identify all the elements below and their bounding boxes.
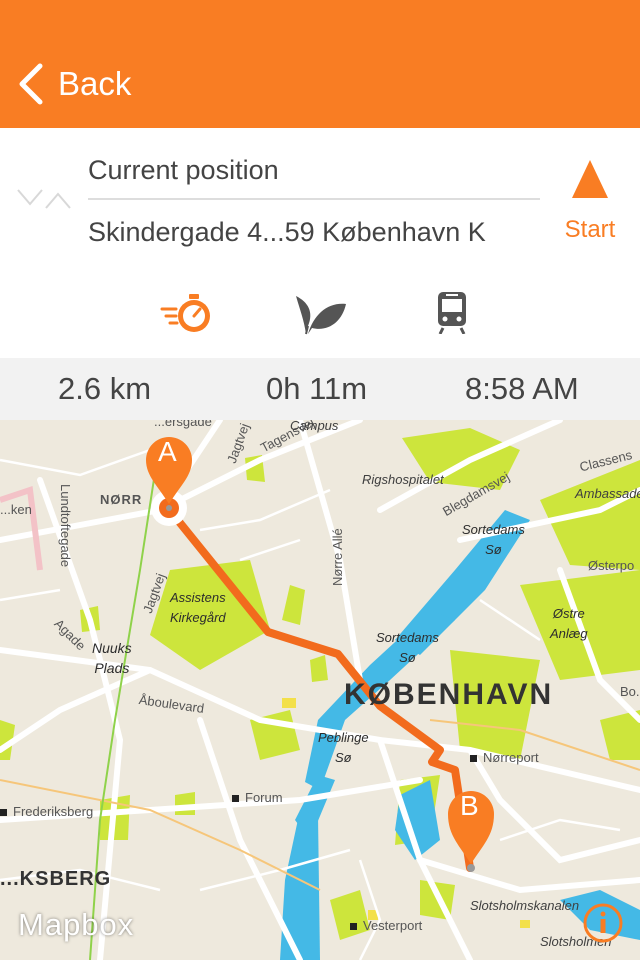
street-label: Østerpo — [588, 558, 635, 573]
leaf-icon — [296, 296, 346, 335]
water-label: Sortedams Sø — [462, 522, 525, 557]
poi-dot — [350, 923, 357, 931]
navigation-arrow-icon — [572, 160, 608, 198]
poi-dot — [470, 755, 477, 763]
duration-value: 0h 11m — [266, 371, 368, 406]
water-label: Sortedams Sø — [376, 630, 439, 665]
start-button[interactable]: Start — [552, 154, 628, 254]
poi-frederiksberg: Frederiksberg — [0, 804, 93, 819]
water-label: Slotsholmskanalen — [470, 898, 580, 913]
origin-field[interactable]: Current position — [88, 148, 540, 192]
mapbox-logo[interactable]: Mapbox — [18, 907, 134, 943]
info-icon[interactable] — [582, 902, 624, 944]
street-label: Nørre Allé — [330, 528, 345, 586]
route-summary: 2.6 km 0h 11m 8:58 AM — [0, 358, 640, 420]
water-label: Peblinge Sø — [318, 730, 369, 765]
poi-label: Forum — [245, 790, 283, 805]
fast-icon — [160, 294, 210, 332]
place-label: Ambassade — [575, 486, 640, 501]
poi-forum: Forum — [232, 790, 283, 805]
district-label: ...KSBERG — [0, 868, 112, 890]
poi-norreport: Nørreport — [470, 750, 539, 765]
street-label: Lundtoftegade — [58, 484, 73, 568]
arrival-time: 8:58 AM — [465, 371, 579, 406]
place-label: Rigshospitalet — [362, 472, 444, 487]
navigation-bar: Back — [0, 0, 640, 128]
poi-label: Nørreport — [483, 750, 539, 765]
place-label: Campus — [290, 420, 339, 433]
start-label: Start — [564, 216, 616, 243]
back-button[interactable]: Back — [16, 58, 131, 110]
park-label: Østre Anlæg — [550, 606, 588, 641]
distance-value: 2.6 km — [58, 371, 152, 406]
swap-direction-icon[interactable] — [16, 186, 72, 212]
street-label: ...ken — [0, 502, 32, 517]
poi-dot — [0, 809, 7, 817]
train-icon — [438, 292, 466, 334]
poi-vesterport: Vesterport — [350, 918, 422, 933]
back-label: Back — [58, 65, 132, 102]
poi-label: Frederiksberg — [13, 804, 94, 819]
poi-dot — [232, 795, 239, 803]
street-label: Bo... — [620, 684, 640, 699]
field-divider — [88, 198, 540, 200]
chevron-left-icon — [19, 63, 43, 105]
city-label: KØBENHAVN — [344, 678, 554, 711]
place-label: Nuuks Plads — [92, 640, 132, 676]
poi-label: Vesterport — [363, 918, 423, 933]
map-view[interactable]: ...ersgade Jagtvej Tagensvej Campus Rigs… — [0, 420, 640, 960]
mode-transit-button[interactable] — [422, 286, 482, 340]
marker-a-label: A — [158, 436, 177, 467]
park-label: Assistens Kirkegård — [170, 590, 226, 625]
marker-b-label: B — [460, 790, 479, 821]
mode-eco-button[interactable] — [290, 286, 350, 340]
mode-fast-button[interactable] — [158, 286, 218, 340]
destination-field[interactable]: Skindergade 4...59 København K — [88, 210, 540, 254]
street-label: ...ersgade — [154, 420, 212, 429]
district-label: NØRR — [100, 492, 143, 507]
